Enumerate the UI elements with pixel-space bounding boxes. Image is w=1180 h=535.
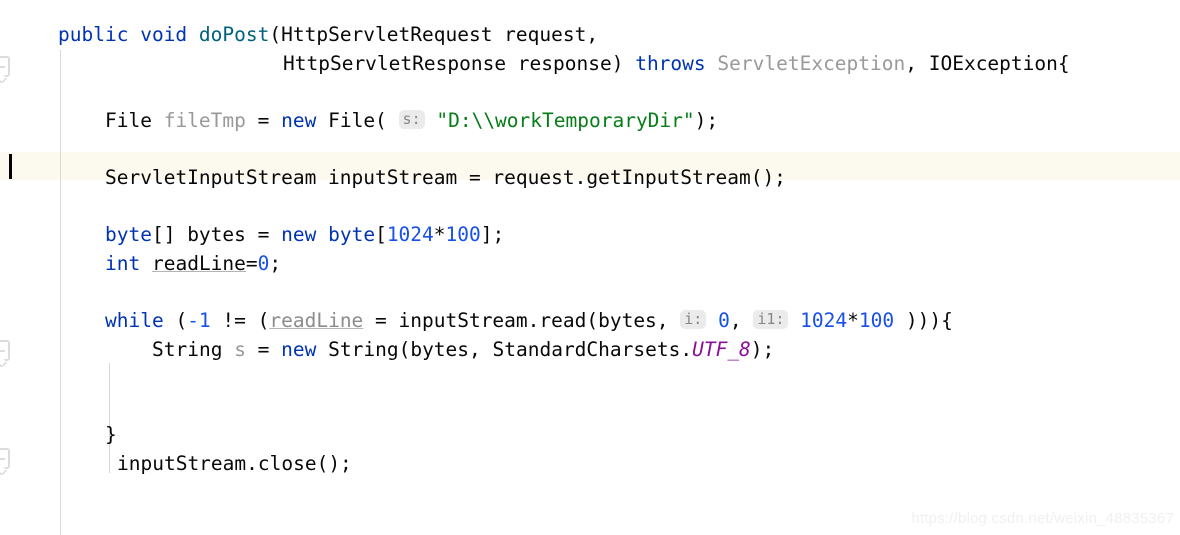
code-token: throws — [635, 51, 706, 75]
code-token: File — [105, 108, 164, 132]
code-token: [ — [375, 223, 387, 247]
code-token: byte — [328, 223, 376, 247]
code-token: s — [234, 337, 246, 361]
code-token: void — [140, 23, 188, 46]
code-line[interactable]: byte[] bytes = new byte[1024*100]; — [0, 221, 1180, 249]
code-token: int — [105, 251, 141, 275]
inlay-parameter-hint: s: — [398, 109, 425, 129]
code-token: new — [281, 337, 317, 361]
code-line[interactable]: } — [0, 421, 1180, 449]
code-token: = — [245, 337, 282, 361]
code-token: ( — [163, 309, 188, 332]
code-token: , IOException{ — [905, 51, 1070, 75]
code-line[interactable]: inputStream.close(); — [0, 450, 1180, 478]
code-line[interactable]: File fileTmp = new File( s: "D:\\workTem… — [0, 107, 1180, 135]
code-line[interactable]: while (-1 != (readLine = inputStream.rea… — [0, 307, 1180, 335]
code-editor[interactable]: public void doPost(HttpServletRequest re… — [0, 0, 1180, 535]
code-token: , — [729, 309, 754, 332]
code-token: 100 — [858, 309, 895, 332]
code-token: readLine — [269, 309, 364, 332]
code-token: UTF_8 — [692, 337, 751, 361]
code-token: 0 — [257, 251, 270, 275]
code-line[interactable]: String s = new String(bytes, StandardCha… — [0, 336, 1180, 364]
code-token: inputStream.close(); — [117, 452, 352, 475]
code-token: readLine — [151, 251, 246, 275]
code-token: ); — [694, 108, 719, 132]
code-line[interactable] — [0, 78, 1180, 106]
code-token: 100 — [445, 223, 481, 247]
code-token: ))){ — [894, 309, 953, 332]
inlay-parameter-hint: i1: — [753, 310, 789, 329]
code-line[interactable] — [0, 364, 1180, 392]
code-token: String(bytes, StandardCharsets. — [316, 337, 693, 361]
code-token: [] bytes = — [151, 223, 282, 247]
code-line[interactable] — [0, 393, 1180, 421]
code-line[interactable] — [0, 135, 1180, 163]
code-token: doPost — [198, 23, 270, 46]
code-token: 0 — [718, 309, 730, 332]
code-token: fileTmp — [163, 108, 246, 132]
code-token: File( — [316, 108, 399, 132]
code-token: ; — [269, 251, 282, 275]
code-lines-host: public void doPost(HttpServletRequest re… — [0, 0, 1180, 535]
inlay-parameter-hint: i: — [680, 310, 707, 329]
code-token: "D:\\workTemporaryDir" — [436, 108, 695, 132]
code-line[interactable]: HttpServletResponse response) throws Ser… — [0, 50, 1180, 78]
code-token: } — [105, 423, 117, 447]
code-token: * — [847, 309, 859, 332]
code-line[interactable] — [0, 193, 1180, 221]
code-token: new — [281, 223, 317, 247]
code-token: = — [245, 108, 282, 132]
code-token: new — [281, 108, 317, 132]
code-token: String — [152, 337, 235, 361]
code-token: ); — [750, 337, 775, 361]
code-token: -1 — [187, 309, 211, 332]
code-token: public — [58, 23, 129, 46]
code-token: != ( — [210, 309, 270, 332]
watermark-url: https://blog.csdn.net/weixin_48835367 — [911, 510, 1174, 527]
code-token: while — [105, 309, 164, 332]
code-token: byte — [105, 223, 152, 247]
code-line[interactable]: public void doPost(HttpServletRequest re… — [0, 21, 1180, 49]
code-token: ServletInputStream inputStream = request… — [105, 166, 786, 189]
code-line[interactable]: ServletInputStream inputStream = request… — [0, 164, 1180, 192]
code-token: 1024 — [800, 309, 848, 332]
code-token: = inputStream.read(bytes, — [363, 309, 681, 332]
code-line[interactable] — [0, 278, 1180, 306]
code-token: 1024 — [386, 223, 434, 247]
code-line[interactable]: int readLine=0; — [0, 250, 1180, 278]
code-token: HttpServletResponse response) — [283, 51, 636, 75]
code-token: (HttpServletRequest request, — [269, 23, 599, 46]
code-token: * — [433, 223, 446, 247]
code-token: ]; — [480, 223, 505, 247]
code-token: = — [245, 251, 258, 275]
code-token: ServletException — [717, 51, 906, 75]
